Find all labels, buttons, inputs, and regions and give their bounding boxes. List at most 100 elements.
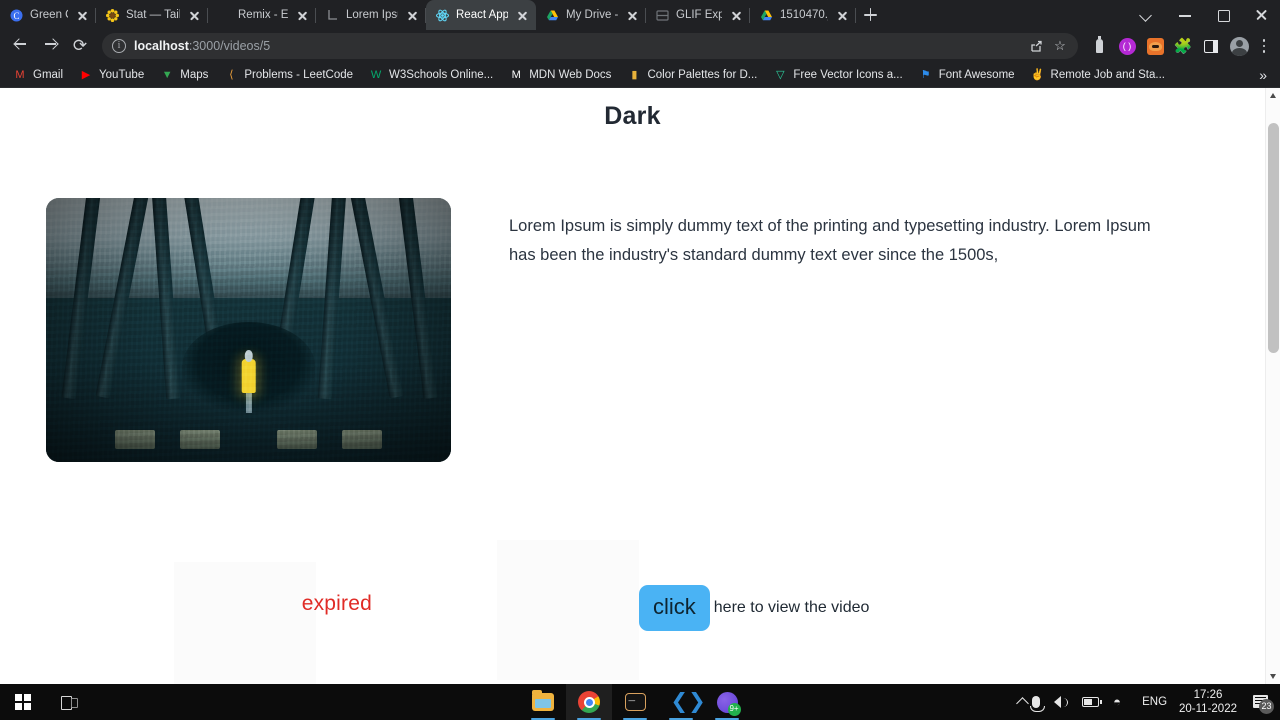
notification-count: 23 [1259, 698, 1274, 714]
close-icon[interactable] [835, 8, 850, 23]
taskbar-item-file-explorer[interactable] [520, 684, 566, 720]
tray-overflow-chevron-icon[interactable] [1012, 684, 1024, 720]
font-awesome-flag-icon: ⚑ [920, 69, 931, 81]
status-badge: expired [301, 592, 372, 615]
bookmark-item[interactable]: M Gmail [6, 65, 70, 85]
windows-logo-icon [15, 694, 31, 710]
scroll-down-arrow[interactable] [1266, 669, 1280, 684]
bookmark-item[interactable]: ▶ YouTube [72, 65, 151, 85]
back-button[interactable] [6, 32, 34, 60]
browser-tab[interactable]: Lorem Ipsu [316, 0, 426, 30]
google-chrome-icon [578, 691, 600, 713]
share-icon[interactable] [1026, 36, 1046, 56]
system-tray: ◓ ENG 17:26 20-11-2022 23 [1012, 684, 1280, 720]
url-host: localhost [134, 39, 189, 53]
taskbar-item-vscode[interactable]: ❮❯ [658, 684, 706, 720]
video-thumbnail[interactable] [46, 198, 451, 462]
bookmark-label: Remote Job and Sta... [1050, 68, 1165, 81]
browser-tab[interactable]: GLIF Explor [646, 0, 750, 30]
browser-tab[interactable]: My Drive - [536, 0, 646, 30]
scrollbar-thumb[interactable] [1268, 123, 1279, 353]
close-icon[interactable] [729, 8, 744, 23]
language-indicator[interactable]: ENG [1136, 696, 1173, 708]
tab-search-chevron-down-icon[interactable] [1128, 0, 1166, 30]
close-icon[interactable] [515, 8, 530, 23]
microphone-icon[interactable] [1026, 684, 1046, 720]
close-icon[interactable] [187, 8, 202, 23]
minimize-button[interactable] [1166, 0, 1204, 30]
extension-purple-icon[interactable]: ( ) [1114, 33, 1140, 59]
task-view-button[interactable] [46, 684, 92, 720]
tab-strip: C Green Oran Stat — Tailw Remix - Eth Lorem … [0, 0, 1280, 30]
avatar[interactable] [1226, 33, 1252, 59]
youtube-icon: ▶ [81, 69, 91, 81]
new-tab-button[interactable] [856, 0, 884, 30]
click-button[interactable]: click [639, 585, 710, 631]
metamask-fox-icon[interactable] [1142, 33, 1168, 59]
tab-label: Stat — Tailw [126, 9, 180, 21]
tab-label: My Drive - [566, 9, 618, 21]
site-info-icon[interactable]: i [112, 39, 126, 53]
notification-app-icon: 9+ [716, 691, 741, 716]
close-icon[interactable] [405, 8, 420, 23]
volume-icon[interactable] [1048, 684, 1074, 720]
file-explorer-icon [532, 690, 554, 711]
bookmark-item[interactable]: ⟨ Problems - LeetCode [217, 65, 360, 85]
reload-icon[interactable]: ⟳ [66, 32, 94, 60]
tab-label: Green Oran [30, 9, 68, 21]
google-maps-icon: ▼ [161, 68, 173, 81]
bookmark-label: YouTube [99, 68, 145, 81]
browser-menu-button[interactable] [1254, 35, 1274, 57]
none-icon [218, 9, 231, 22]
task-view-icon [60, 695, 78, 710]
close-icon[interactable] [295, 8, 310, 23]
thumbnail-vignette [46, 198, 451, 462]
bookmark-item[interactable]: ▽ Free Vector Icons a... [766, 65, 909, 85]
taskbar-item-notification-app[interactable]: 9+ [704, 684, 750, 720]
page-scrollbar[interactable] [1265, 88, 1280, 684]
placeholder-block-right [497, 540, 639, 680]
address-bar[interactable]: i localhost:3000/videos/5 ☆ [102, 33, 1078, 59]
close-icon[interactable] [75, 8, 90, 23]
close-icon[interactable] [625, 8, 640, 23]
bookmark-item[interactable]: ▮ Color Palettes for D... [620, 65, 764, 85]
puzzle-extensions-icon[interactable]: 🧩 [1170, 33, 1196, 59]
battery-icon[interactable] [1076, 684, 1105, 720]
bookmarks-overflow-button[interactable]: » [1252, 67, 1274, 83]
bookmark-item[interactable]: ⚑ Font Awesome [912, 65, 1022, 85]
wifi-icon[interactable]: ◓ [1107, 684, 1134, 720]
browser-toolbar: ⟳ i localhost:3000/videos/5 ☆ ( ) 🧩 [0, 30, 1280, 62]
start-button[interactable] [0, 684, 46, 720]
tab-label: 1510470.jp [780, 9, 828, 21]
bookmark-item[interactable]: W W3Schools Online... [362, 65, 500, 85]
ruler-icon [326, 9, 339, 22]
page-title: Dark [604, 102, 661, 130]
browser-tab[interactable]: C Green Oran [0, 0, 96, 30]
flaticon-icon: ▽ [776, 69, 785, 81]
browser-tab[interactable]: 1510470.jp [750, 0, 856, 30]
notifications-button[interactable]: 23 [1247, 684, 1276, 720]
bookmark-item[interactable]: M MDN Web Docs [502, 65, 618, 85]
bookmark-item[interactable]: ▼ Maps [153, 65, 215, 85]
browser-tab[interactable]: Remix - Eth [208, 0, 316, 30]
side-panel-icon[interactable] [1198, 33, 1224, 59]
url-text: localhost:3000/videos/5 [134, 39, 270, 53]
close-window-button[interactable] [1242, 0, 1280, 30]
browser-tab[interactable]: React App [426, 0, 536, 30]
clock-time: 17:26 [1193, 689, 1223, 701]
maximize-button[interactable] [1204, 0, 1242, 30]
browser-tab[interactable]: Stat — Tailw [96, 0, 208, 30]
browser-window: C Green Oran Stat — Tailw Remix - Eth Lorem … [0, 0, 1280, 684]
bookmark-label: Font Awesome [938, 68, 1015, 81]
app-badge-count: 9+ [727, 702, 741, 716]
clock[interactable]: 17:26 20-11-2022 [1175, 688, 1245, 716]
taskbar-item-chrome[interactable] [566, 684, 612, 720]
bookmark-star-icon[interactable]: ☆ [1050, 36, 1070, 56]
video-description: Lorem Ipsum is simply dummy text of the … [509, 217, 1151, 264]
scroll-up-arrow[interactable] [1266, 88, 1280, 103]
bookmark-label: MDN Web Docs [529, 68, 612, 81]
usb-device-icon[interactable] [1086, 33, 1112, 59]
forward-button[interactable] [36, 32, 64, 60]
taskbar-item-terminal[interactable] [612, 684, 658, 720]
bookmark-item[interactable]: ✌ Remote Job and Sta... [1024, 65, 1172, 85]
